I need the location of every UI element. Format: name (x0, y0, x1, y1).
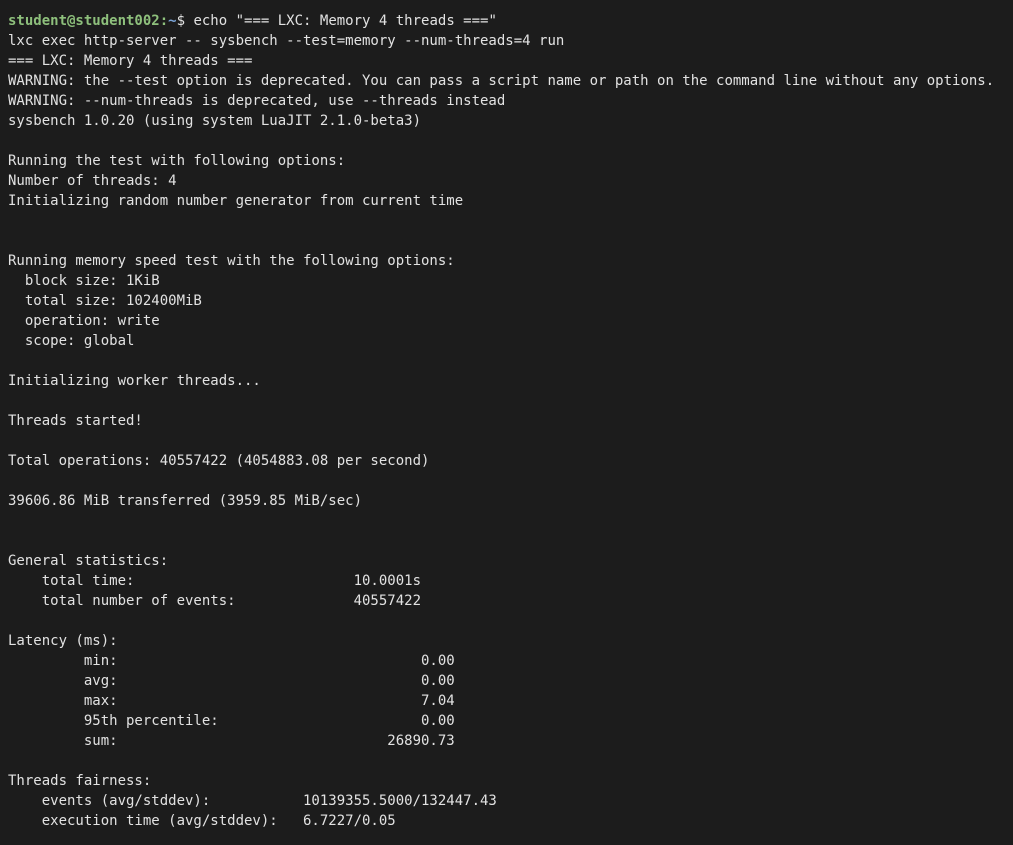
output-line: Latency (ms): (8, 633, 118, 649)
output-line: execution time (avg/stddev): 6.7227/0.05 (8, 813, 396, 829)
output-line: === LXC: Memory 4 threads === (8, 53, 253, 69)
output-line: Running the test with following options: (8, 153, 346, 169)
output-line: avg: 0.00 (8, 673, 455, 689)
prompt-separator: : (159, 13, 169, 29)
prompt-path: ~ (168, 13, 177, 29)
prompt-line: student@student002:~$ echo "=== LXC: Mem… (8, 11, 1008, 31)
output-line: Threads fairness: (8, 773, 152, 789)
output-line: Initializing worker threads... (8, 373, 261, 389)
output-line: scope: global (8, 333, 135, 349)
output-line: Threads started! (8, 413, 143, 429)
output-line: total time: 10.0001s (8, 573, 422, 589)
output-line: General statistics: (8, 553, 169, 569)
output-line: 39606.86 MiB transferred (3959.85 MiB/se… (8, 493, 363, 509)
prompt-user-host: student@student002 (8, 13, 160, 29)
output-line: operation: write (8, 313, 160, 329)
output-line: total number of events: 40557422 (8, 593, 422, 609)
output-line: sysbench 1.0.20 (using system LuaJIT 2.1… (8, 113, 422, 129)
output-line: Initializing random number generator fro… (8, 193, 464, 209)
output-lines: lxc exec http-server -- sysbench --test=… (8, 31, 1008, 831)
output-line: 95th percentile: 0.00 (8, 713, 455, 729)
output-line: events (avg/stddev): 10139355.5000/13244… (8, 793, 497, 809)
output-line: total size: 102400MiB (8, 293, 202, 309)
output-line: max: 7.04 (8, 693, 455, 709)
prompt-command: echo "=== LXC: Memory 4 threads ===" (193, 13, 497, 29)
output-line: WARNING: the --test option is deprecated… (8, 73, 995, 89)
output-line: lxc exec http-server -- sysbench --test=… (8, 33, 565, 49)
prompt-sigil: $ (176, 13, 194, 29)
output-line: min: 0.00 (8, 653, 455, 669)
output-line: Running memory speed test with the follo… (8, 253, 455, 269)
terminal-output[interactable]: student@student002:~$ echo "=== LXC: Mem… (8, 11, 1008, 841)
output-line: WARNING: --num-threads is deprecated, us… (8, 93, 506, 109)
output-line: Number of threads: 4 (8, 173, 177, 189)
output-line: block size: 1KiB (8, 273, 160, 289)
output-line: sum: 26890.73 (8, 733, 455, 749)
output-line: Total operations: 40557422 (4054883.08 p… (8, 453, 430, 469)
